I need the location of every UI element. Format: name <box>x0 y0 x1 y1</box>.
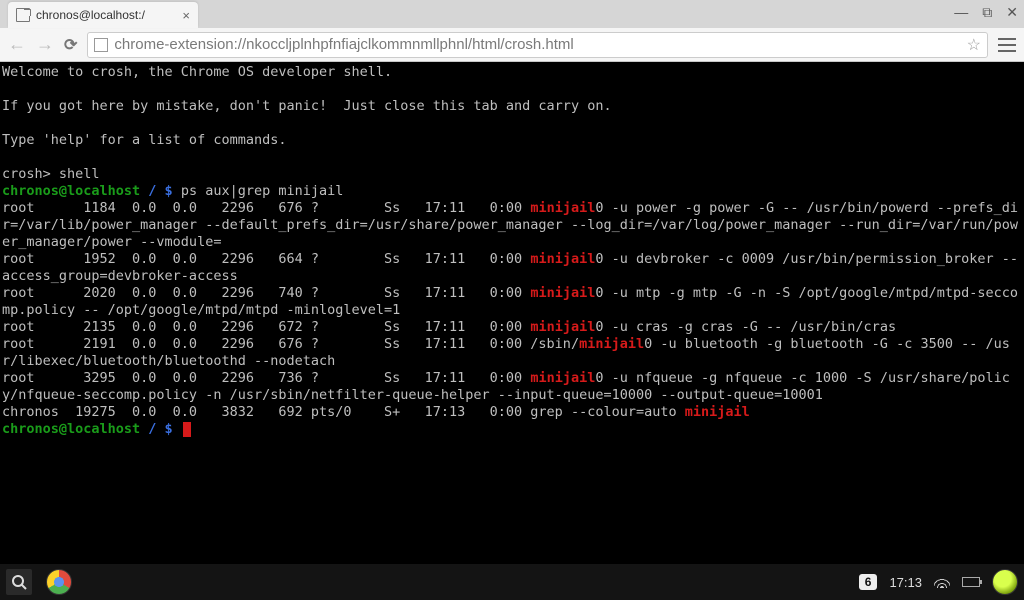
terminal-cursor <box>183 422 191 437</box>
back-button[interactable]: ← <box>8 34 26 55</box>
url-text: chrome-extension://nkoccljplnhpfnfiajclk… <box>114 36 573 53</box>
launcher-search-icon[interactable] <box>6 569 32 595</box>
prompt-host: chronos@localhost <box>2 421 140 437</box>
notification-badge[interactable]: 6 <box>859 574 878 590</box>
ps-row: root 3295 0.0 0.0 2296 736 ? Ss 17:11 0:… <box>2 370 530 386</box>
user-avatar-icon[interactable] <box>992 569 1018 595</box>
terminal-line: If you got here by mistake, don't panic!… <box>2 98 612 114</box>
maximize-icon[interactable]: ⧉ <box>982 4 992 21</box>
ps-row: chronos 19275 0.0 0.0 3832 692 pts/0 S+ … <box>2 404 685 420</box>
ps-row: root 2191 0.0 0.0 2296 676 ? Ss 17:11 0:… <box>2 336 579 352</box>
browser-tab-strip: chronos@localhost:/ × — ⧉ ✕ <box>0 0 1024 28</box>
ps-row: root 1184 0.0 0.0 2296 676 ? Ss 17:11 0:… <box>2 200 530 216</box>
wifi-icon <box>934 576 950 588</box>
browser-toolbar: ← → ⟳ chrome-extension://nkoccljplnhpfnf… <box>0 28 1024 62</box>
battery-icon <box>962 577 980 587</box>
chromeos-shelf: 6 17:13 <box>0 564 1024 600</box>
ps-row: root 2135 0.0 0.0 2296 672 ? Ss 17:11 0:… <box>2 319 530 335</box>
terminal-line: Type 'help' for a list of commands. <box>2 132 286 148</box>
page-icon <box>16 8 30 22</box>
chrome-app-icon[interactable] <box>46 569 72 595</box>
chrome-menu-icon[interactable] <box>998 38 1016 52</box>
prompt-path: / $ <box>140 183 181 199</box>
reload-button[interactable]: ⟳ <box>64 35 77 55</box>
ps-row: root 2020 0.0 0.0 2296 740 ? Ss 17:11 0:… <box>2 285 530 301</box>
terminal-line: crosh> shell <box>2 166 100 182</box>
minimize-icon[interactable]: — <box>954 4 968 21</box>
ps-row: root 1952 0.0 0.0 2296 664 ? Ss 17:11 0:… <box>2 251 530 267</box>
tab-title: chronos@localhost:/ <box>36 8 176 22</box>
forward-button[interactable]: → <box>36 34 54 55</box>
close-icon[interactable]: × <box>182 8 190 23</box>
terminal-output[interactable]: Welcome to crosh, the Chrome OS develope… <box>0 62 1024 564</box>
site-info-icon[interactable] <box>94 38 108 52</box>
bookmark-star-icon[interactable]: ☆ <box>967 35 981 55</box>
browser-tab[interactable]: chronos@localhost:/ × <box>8 2 198 28</box>
close-window-icon[interactable]: ✕ <box>1006 4 1018 21</box>
address-bar[interactable]: chrome-extension://nkoccljplnhpfnfiajclk… <box>87 32 988 58</box>
prompt-host: chronos@localhost <box>2 183 140 199</box>
clock: 17:13 <box>889 575 922 590</box>
terminal-line: Welcome to crosh, the Chrome OS develope… <box>2 64 392 80</box>
window-controls: — ⧉ ✕ <box>954 4 1018 21</box>
command: ps aux|grep minijail <box>181 183 344 199</box>
prompt-path: / $ <box>140 421 181 437</box>
system-tray[interactable]: 6 17:13 <box>859 569 1018 595</box>
